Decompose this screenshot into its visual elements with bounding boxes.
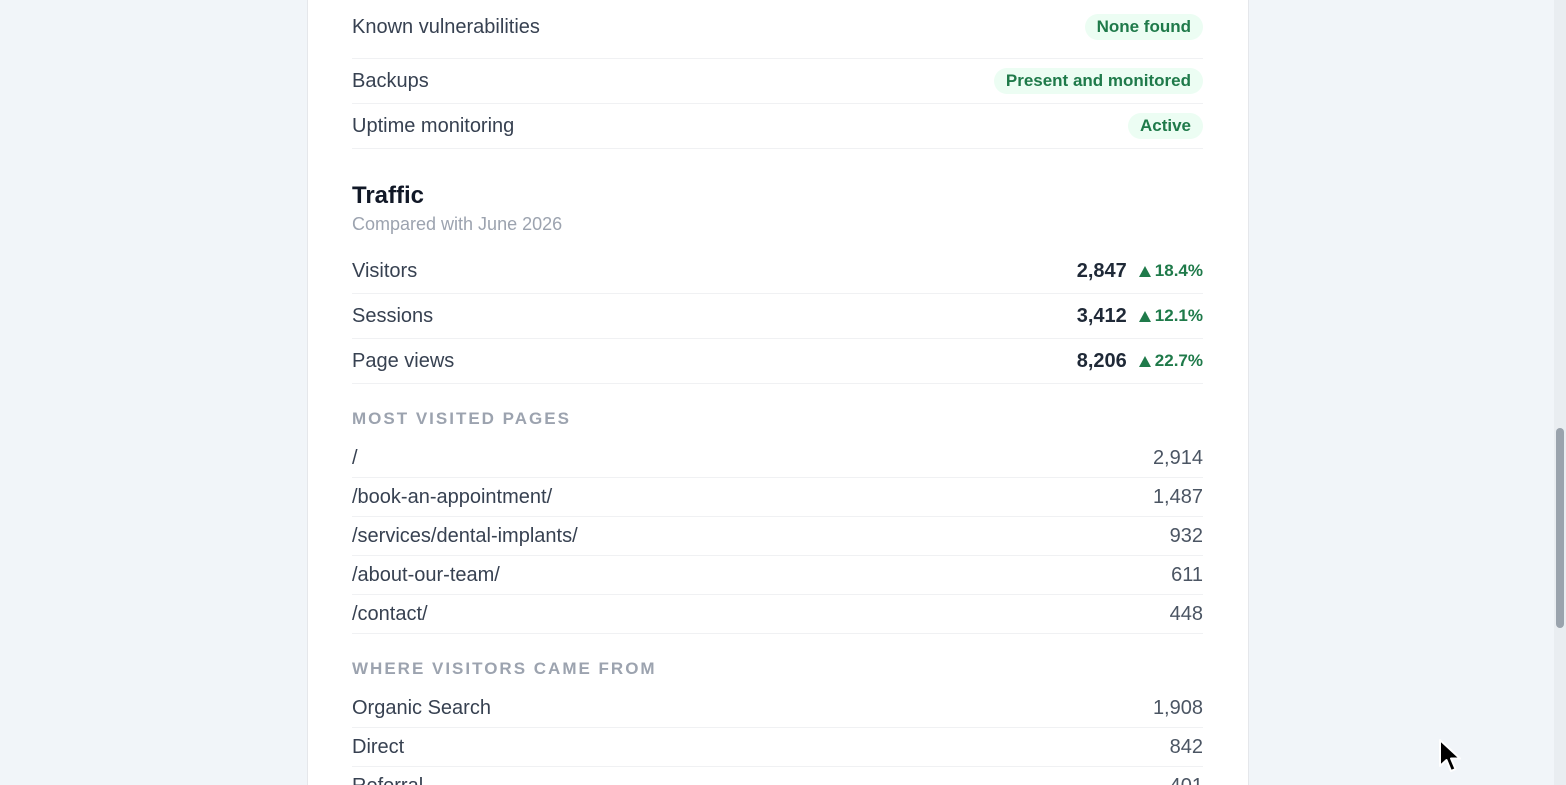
page-path: /about-our-team/: [352, 563, 500, 586]
report-card: Known vulnerabilities None found Backups…: [307, 0, 1249, 785]
page-row: /services/dental-implants/ 932: [352, 517, 1203, 556]
source-count: 842: [1169, 735, 1203, 758]
source-row: Referral 401: [352, 767, 1203, 785]
metric-value: 2,847: [1076, 259, 1127, 282]
page-row: /contact/ 448: [352, 595, 1203, 634]
page: Known vulnerabilities None found Backups…: [0, 0, 1566, 785]
metric-row-pageviews: Page views 8,206 22.7%: [352, 339, 1203, 384]
page-count: 932: [1169, 524, 1203, 547]
source-name: Referral: [352, 775, 423, 785]
status-row-uptime: Uptime monitoring Active: [352, 104, 1203, 149]
metric-change: 12.1%: [1138, 306, 1203, 326]
metric-value: 3,412: [1076, 304, 1127, 327]
metric-row-visitors: Visitors 2,847 18.4%: [352, 249, 1203, 294]
scrollbar[interactable]: [1554, 0, 1566, 785]
source-row: Organic Search 1,908: [352, 689, 1203, 728]
page-count: 448: [1169, 602, 1203, 625]
metric-label: Visitors: [352, 259, 418, 282]
page-count: 1,487: [1152, 485, 1203, 508]
source-count: 401: [1170, 775, 1203, 785]
triangle-up-icon: [1138, 265, 1151, 277]
triangle-up-icon: [1138, 310, 1151, 322]
metric-change: 22.7%: [1138, 351, 1203, 371]
metric-values: 3,412 12.1%: [1077, 305, 1203, 328]
status-row-vulnerabilities: Known vulnerabilities None found: [352, 0, 1203, 59]
most-visited-heading: MOST VISITED PAGES: [352, 409, 571, 428]
metric-change: 18.4%: [1138, 261, 1203, 281]
status-badge: Active: [1127, 113, 1203, 139]
page-path: /book-an-appointment/: [352, 485, 553, 508]
source-row: Direct 842: [352, 728, 1203, 767]
page-path: /contact/: [352, 602, 428, 625]
scrollbar-thumb[interactable]: [1556, 428, 1564, 628]
metric-change-value: 18.4%: [1154, 261, 1203, 280]
source-name: Direct: [352, 735, 405, 758]
status-row-backups: Backups Present and monitored: [352, 59, 1203, 104]
traffic-subtitle: Compared with June 2026: [352, 214, 563, 234]
status-badge: None found: [1084, 14, 1203, 40]
metric-change-value: 12.1%: [1154, 306, 1203, 325]
page-count: 2,914: [1152, 446, 1203, 469]
triangle-up-icon: [1138, 355, 1151, 367]
status-label: Known vulnerabilities: [352, 15, 540, 38]
source-count: 1,908: [1152, 696, 1203, 719]
metric-label: Page views: [352, 349, 455, 372]
page-row: / 2,914: [352, 439, 1203, 478]
source-name: Organic Search: [352, 696, 491, 719]
traffic-title: Traffic: [352, 182, 425, 209]
sources-heading: WHERE VISITORS CAME FROM: [352, 659, 657, 678]
metric-row-sessions: Sessions 3,412 12.1%: [352, 294, 1203, 339]
metric-values: 2,847 18.4%: [1077, 260, 1203, 283]
page-path: /: [352, 446, 358, 469]
page-row: /book-an-appointment/ 1,487: [352, 478, 1203, 517]
status-label: Uptime monitoring: [352, 114, 515, 137]
status-label: Backups: [352, 69, 429, 92]
metric-label: Sessions: [352, 304, 434, 327]
metric-values: 8,206 22.7%: [1077, 350, 1203, 373]
metric-value: 8,206: [1076, 349, 1127, 372]
mouse-pointer-icon: [1439, 739, 1461, 772]
page-path: /services/dental-implants/: [352, 524, 578, 547]
page-count: 611: [1171, 563, 1203, 586]
status-badge: Present and monitored: [993, 68, 1203, 94]
page-row: /about-our-team/ 611: [352, 556, 1203, 595]
metric-change-value: 22.7%: [1154, 351, 1203, 370]
